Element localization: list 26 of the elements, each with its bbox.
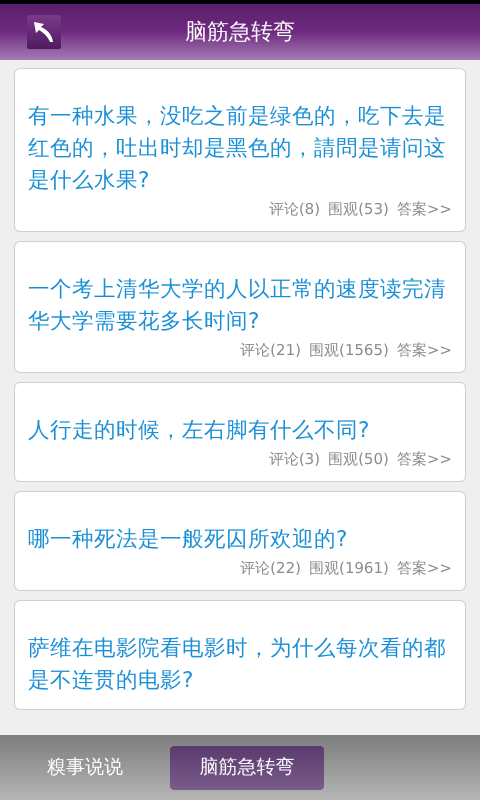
question-text: 人行走的时候，左右脚有什么不同? bbox=[28, 417, 370, 445]
view-count: 围观(1565) bbox=[308, 340, 389, 360]
question-text: 萨维在电影院看电影时，为什么每次看的都是不连贯的电影? bbox=[28, 635, 447, 695]
question-text: 哪一种死法是一般死囚所欢迎的? bbox=[28, 526, 348, 554]
question-card[interactable]: 哪一种死法是一般死囚所欢迎的? 评论(22) 围观(1961) 答案>> bbox=[14, 491, 466, 591]
comment-count: 评论(21) bbox=[240, 340, 301, 360]
question-card[interactable]: 萨维在电影院看电影时，为什么每次看的都是不连贯的电影? bbox=[14, 600, 466, 710]
comment-count: 评论(8) bbox=[268, 199, 320, 219]
view-count: 围观(53) bbox=[328, 199, 389, 219]
answer-link[interactable]: 答案>> bbox=[396, 558, 452, 578]
tab[interactable]: 脑筋急转弯 bbox=[170, 746, 324, 790]
answer-link[interactable]: 答案>> bbox=[396, 199, 452, 219]
view-count: 围观(1961) bbox=[308, 558, 389, 578]
answer-link[interactable]: 答案>> bbox=[396, 340, 452, 360]
question-text: 一个考上清华大学的人以正常的速度读完清华大学需要花多长时间? bbox=[28, 276, 447, 336]
comment-count: 评论(3) bbox=[268, 449, 320, 469]
screen-title: 脑筋急转弯 bbox=[185, 18, 295, 46]
question-card[interactable]: 一个考上清华大学的人以正常的速度读完清华大学需要花多长时间? 评论(21) 围观(1565) 答案>> bbox=[14, 241, 466, 373]
view-count: 围观(50) bbox=[328, 449, 389, 469]
question-card[interactable]: 人行走的时候，左右脚有什么不同? 评论(3) 围观(50) 答案>> bbox=[14, 382, 466, 482]
question-card[interactable]: 有一种水果，没吃之前是绿色的，吃下去是红色的，吐出时却是黑色的，請問是请问这是什么水果? 评论(8) 围观(53) 答案>> bbox=[14, 68, 466, 232]
answer-link[interactable]: 答案>> bbox=[396, 449, 452, 469]
tab[interactable]: 糗事说说 bbox=[8, 746, 162, 790]
comment-count: 评论(22) bbox=[240, 558, 301, 578]
back-button[interactable] bbox=[27, 15, 61, 49]
question-text: 有一种水果，没吃之前是绿色的，吃下去是红色的，吐出时却是黑色的，請問是请问这是什么水果? bbox=[28, 103, 447, 195]
